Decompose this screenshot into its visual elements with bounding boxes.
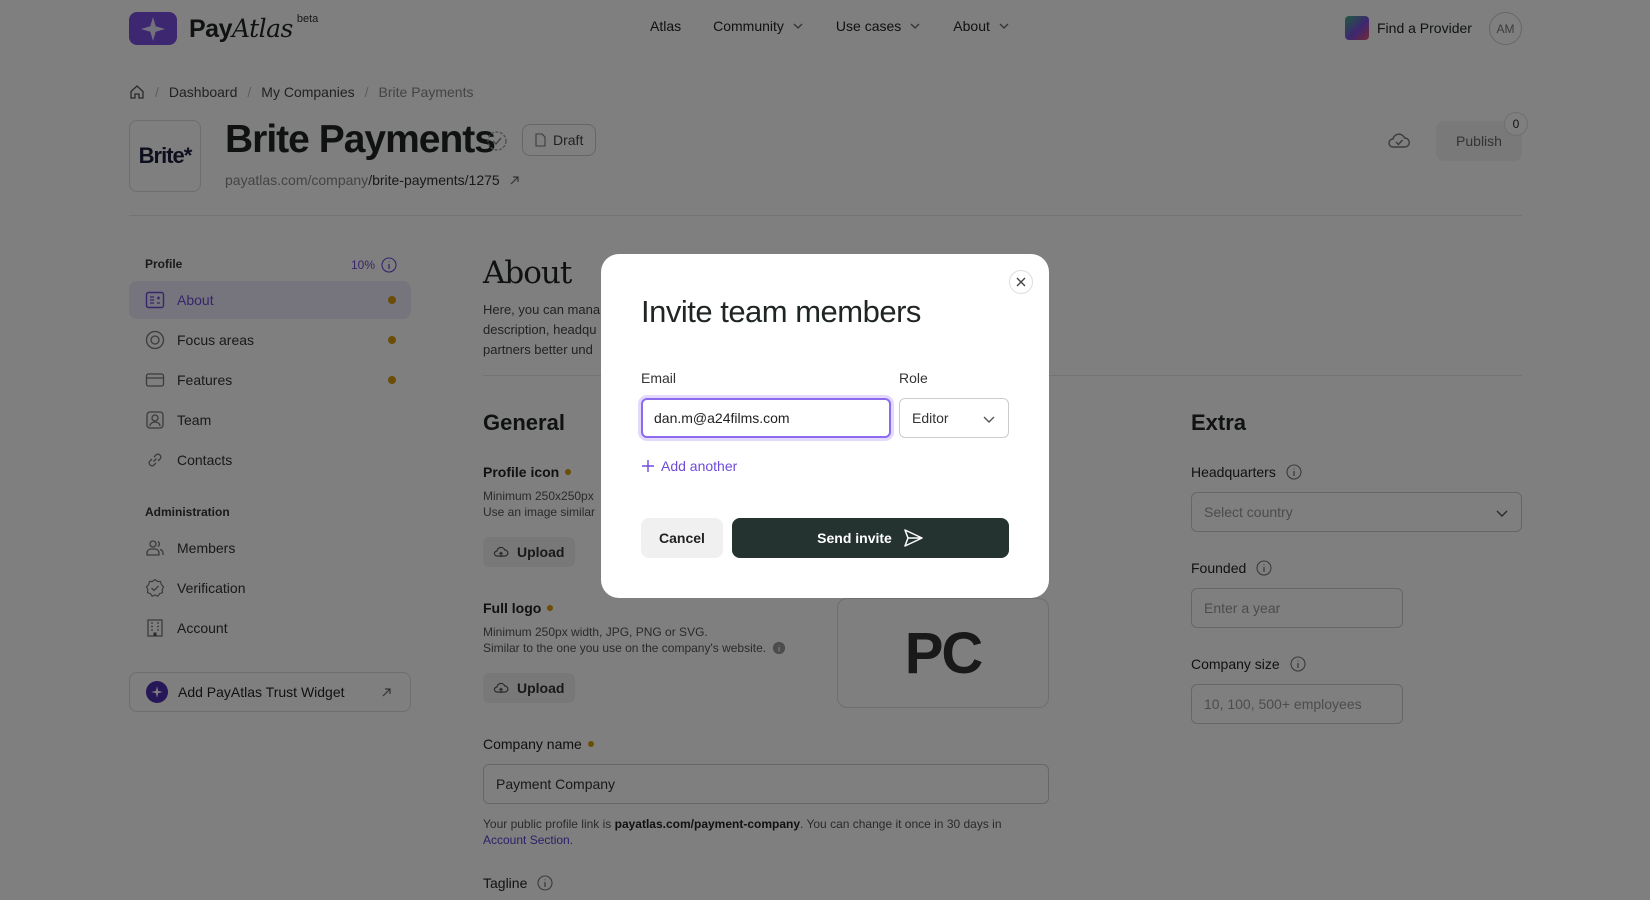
close-icon — [1016, 277, 1026, 287]
role-label: Role — [899, 370, 928, 386]
email-input[interactable]: dan.m@a24films.com — [641, 398, 891, 438]
modal-title: Invite team members — [641, 294, 921, 329]
cancel-button[interactable]: Cancel — [641, 518, 723, 558]
invite-modal: Invite team members Email Role dan.m@a24… — [601, 254, 1049, 598]
close-button[interactable] — [1009, 270, 1033, 294]
send-icon — [904, 529, 923, 547]
email-label: Email — [641, 370, 677, 386]
add-another-button[interactable]: Add another — [641, 458, 737, 474]
page: PayAtlas beta Atlas Community Use cases … — [0, 0, 1650, 900]
chevron-down-icon — [983, 416, 995, 423]
send-invite-button[interactable]: Send invite — [732, 518, 1009, 558]
role-select[interactable]: Editor — [899, 398, 1009, 438]
plus-icon — [642, 460, 654, 472]
